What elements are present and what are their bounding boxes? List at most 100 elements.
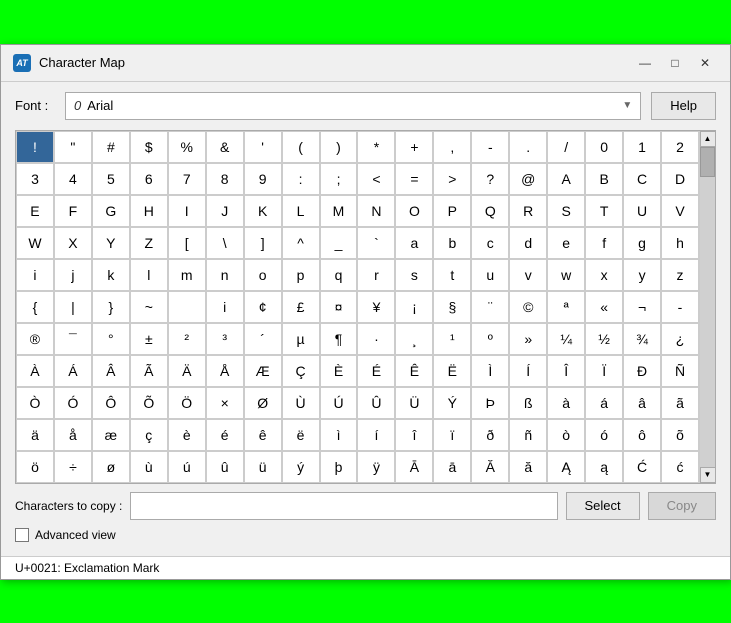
scroll-track[interactable] — [700, 147, 715, 467]
char-cell[interactable]: 9 — [244, 163, 282, 195]
char-cell[interactable]: Í — [509, 355, 547, 387]
char-cell[interactable]: õ — [661, 419, 699, 451]
char-cell[interactable]: Ù — [282, 387, 320, 419]
char-cell[interactable]: r — [357, 259, 395, 291]
char-cell[interactable]: W — [16, 227, 54, 259]
char-cell[interactable]: \ — [206, 227, 244, 259]
char-cell[interactable]: , — [433, 131, 471, 163]
char-cell[interactable]: ß — [509, 387, 547, 419]
char-cell[interactable]: ø — [92, 451, 130, 483]
char-cell[interactable]: s — [395, 259, 433, 291]
char-cell[interactable]: Ñ — [661, 355, 699, 387]
char-cell[interactable]: ½ — [585, 323, 623, 355]
char-cell[interactable]: ¼ — [547, 323, 585, 355]
char-cell[interactable]: y — [623, 259, 661, 291]
char-cell[interactable]: Ç — [282, 355, 320, 387]
char-cell[interactable]: * — [357, 131, 395, 163]
char-cell[interactable]: ¶ — [320, 323, 358, 355]
select-button[interactable]: Select — [566, 492, 640, 520]
char-cell[interactable]: < — [357, 163, 395, 195]
char-cell[interactable]: n — [206, 259, 244, 291]
char-cell[interactable]: Â — [92, 355, 130, 387]
char-cell[interactable]: © — [509, 291, 547, 323]
char-cell[interactable]: h — [661, 227, 699, 259]
char-cell[interactable]: ¡ — [395, 291, 433, 323]
char-cell[interactable]: - — [661, 291, 699, 323]
char-cell[interactable]: - — [471, 131, 509, 163]
char-cell[interactable]: ã — [661, 387, 699, 419]
advanced-view-checkbox[interactable] — [15, 528, 29, 542]
char-cell[interactable]: ú — [168, 451, 206, 483]
char-cell[interactable]: ï — [433, 419, 471, 451]
char-cell[interactable]: k — [92, 259, 130, 291]
char-cell[interactable]: ² — [168, 323, 206, 355]
char-cell[interactable]: Å — [206, 355, 244, 387]
char-cell[interactable]: Q — [471, 195, 509, 227]
char-cell[interactable]: D — [661, 163, 699, 195]
char-cell[interactable]: ù — [130, 451, 168, 483]
char-cell[interactable]: ' — [244, 131, 282, 163]
char-cell[interactable]: f — [585, 227, 623, 259]
char-cell[interactable]: Y — [92, 227, 130, 259]
char-cell[interactable]: æ — [92, 419, 130, 451]
char-cell[interactable]: F — [54, 195, 92, 227]
char-cell[interactable]: + — [395, 131, 433, 163]
char-cell[interactable]: ] — [244, 227, 282, 259]
char-cell[interactable]: Ą — [547, 451, 585, 483]
char-cell[interactable]: & — [206, 131, 244, 163]
char-cell[interactable]: I — [168, 195, 206, 227]
char-cell[interactable]: Æ — [244, 355, 282, 387]
char-cell[interactable]: X — [54, 227, 92, 259]
char-cell[interactable]: Á — [54, 355, 92, 387]
char-cell[interactable]: Õ — [130, 387, 168, 419]
char-cell[interactable]: ö — [16, 451, 54, 483]
char-cell[interactable]: ! — [16, 131, 54, 163]
char-cell[interactable]: 0 — [585, 131, 623, 163]
char-cell[interactable]: R — [509, 195, 547, 227]
close-button[interactable]: ✕ — [692, 53, 718, 73]
char-cell[interactable]: à — [547, 387, 585, 419]
char-cell[interactable]: ¸ — [395, 323, 433, 355]
char-cell[interactable]: Ý — [433, 387, 471, 419]
char-cell[interactable]: [ — [168, 227, 206, 259]
char-cell[interactable]: ¤ — [320, 291, 358, 323]
char-cell[interactable]: ñ — [509, 419, 547, 451]
char-cell[interactable]: · — [357, 323, 395, 355]
char-cell[interactable]: ð — [471, 419, 509, 451]
char-cell[interactable]: j — [54, 259, 92, 291]
scroll-thumb[interactable] — [700, 147, 715, 177]
scrollbar[interactable]: ▲ ▼ — [699, 131, 715, 483]
char-cell[interactable]: i — [206, 291, 244, 323]
char-cell[interactable]: ý — [282, 451, 320, 483]
char-cell[interactable]: Ä — [168, 355, 206, 387]
char-cell[interactable]: Ð — [623, 355, 661, 387]
char-cell[interactable]: ü — [244, 451, 282, 483]
char-cell[interactable]: ô — [623, 419, 661, 451]
char-cell[interactable]: 3 — [16, 163, 54, 195]
char-cell[interactable]: í — [357, 419, 395, 451]
char-cell[interactable]: ÷ — [54, 451, 92, 483]
char-cell[interactable]: Ì — [471, 355, 509, 387]
char-cell[interactable]: O — [395, 195, 433, 227]
char-cell[interactable]: U — [623, 195, 661, 227]
char-cell[interactable]: ® — [16, 323, 54, 355]
char-cell[interactable]: ¬ — [623, 291, 661, 323]
char-cell[interactable] — [168, 291, 206, 323]
char-cell[interactable]: ì — [320, 419, 358, 451]
char-cell[interactable]: 2 — [661, 131, 699, 163]
char-cell[interactable]: # — [92, 131, 130, 163]
char-cell[interactable]: ¾ — [623, 323, 661, 355]
char-cell[interactable]: Ê — [395, 355, 433, 387]
char-cell[interactable]: K — [244, 195, 282, 227]
char-cell[interactable]: e — [547, 227, 585, 259]
help-button[interactable]: Help — [651, 92, 716, 120]
char-cell[interactable]: â — [623, 387, 661, 419]
char-cell[interactable]: z — [661, 259, 699, 291]
char-cell[interactable]: d — [509, 227, 547, 259]
char-cell[interactable]: 7 — [168, 163, 206, 195]
char-cell[interactable]: ^ — [282, 227, 320, 259]
char-cell[interactable]: @ — [509, 163, 547, 195]
char-cell[interactable]: ą — [585, 451, 623, 483]
char-cell[interactable]: ò — [547, 419, 585, 451]
char-cell[interactable]: ¯ — [54, 323, 92, 355]
